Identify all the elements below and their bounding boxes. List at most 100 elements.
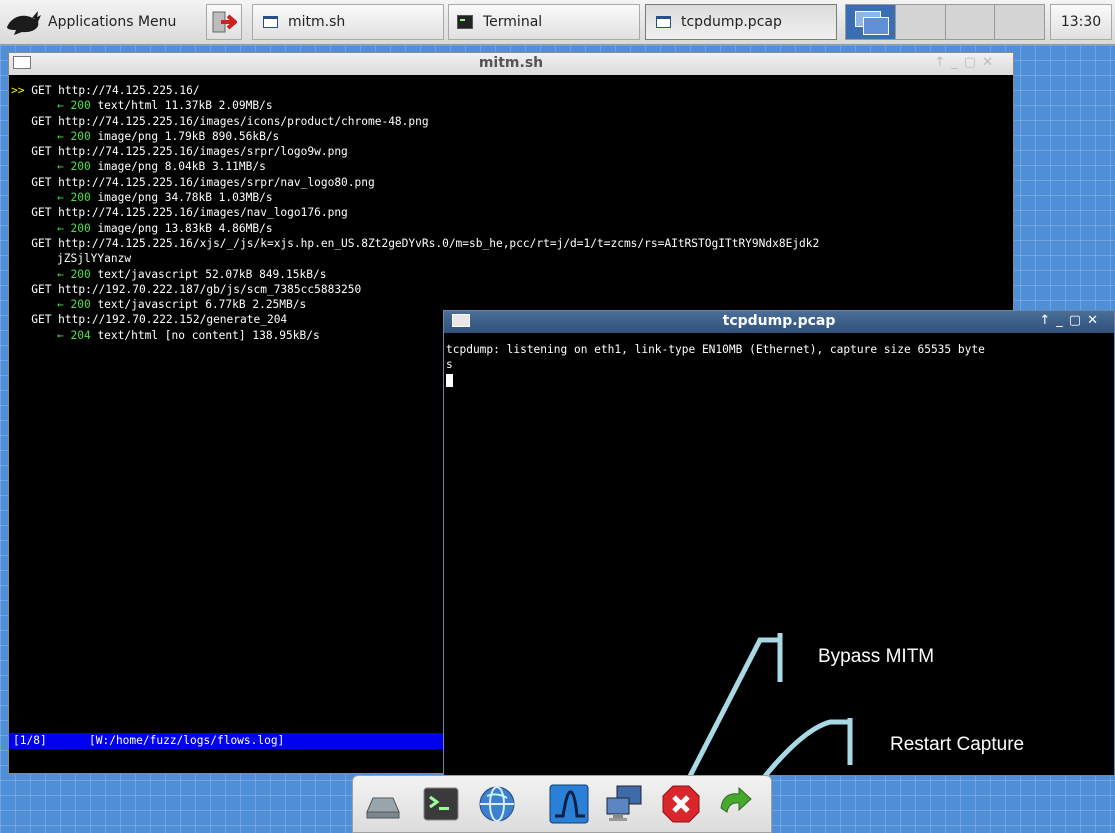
flow-request-text: GET http://74.125.225.16/ — [24, 84, 200, 97]
waveform-icon[interactable] — [547, 782, 591, 826]
window-controls: ↑_▢✕ — [934, 55, 999, 70]
maximize-icon[interactable]: ▢ — [1069, 313, 1087, 328]
selected-flow-marker: >> — [11, 84, 25, 97]
status-position: [1/8] — [13, 734, 47, 747]
flow-request-text: GET http://74.125.225.16/images/nav_logo… — [24, 206, 348, 220]
minimize-icon[interactable]: _ — [1056, 313, 1069, 328]
flow-response-line: ← 200 text/html 11.37kB 2.09MB/s — [11, 98, 1013, 113]
clock[interactable]: 13:30 — [1050, 4, 1112, 40]
selected-flow-marker — [11, 115, 24, 128]
flow-request-line[interactable]: >> GET http://74.125.225.16/ — [11, 83, 1013, 98]
bypass-mitm-label: Bypass MITM — [818, 646, 935, 667]
task-tcpdump-pcap[interactable]: tcpdump.pcap — [645, 4, 837, 40]
task-terminal[interactable]: Terminal — [448, 4, 640, 40]
response-info: text/javascript 52.07kB 849.15kB/s — [90, 267, 327, 281]
applications-menu-button[interactable]: Applications Menu — [2, 4, 202, 40]
response-info: text/html 11.37kB 2.09MB/s — [90, 99, 273, 113]
show-desktop-button[interactable] — [206, 4, 242, 40]
flow-url-continuation: jZSjlYYanzw — [57, 252, 132, 266]
launcher-dock — [352, 775, 772, 833]
flow-request-line[interactable]: GET http://192.70.222.187/gb/js/scm_7385… — [11, 282, 1013, 297]
flow-response-line: ← 200 image/png 34.78kB 1.03MB/s — [11, 190, 1013, 205]
flow-response-line: ← 200 image/png 1.79kB 890.56kB/s — [11, 129, 1013, 144]
response-arrow-icon: ← — [57, 267, 71, 281]
restart-capture-label: Restart Capture — [890, 734, 1025, 755]
response-arrow-icon: ← — [57, 99, 71, 113]
flow-request-text: GET http://74.125.225.16/images/srpr/log… — [24, 145, 348, 159]
task-mitm-sh[interactable]: mitm.sh — [252, 4, 444, 40]
flow-request-text: GET http://74.125.225.16/images/icons/pr… — [24, 114, 429, 128]
tcpdump-titlebar[interactable]: tcpdump.pcap ↑_▢✕ — [444, 311, 1114, 333]
flow-request-line[interactable]: GET http://74.125.225.16/images/srpr/nav… — [11, 175, 1013, 190]
response-status-code: 200 — [70, 221, 91, 235]
task-label: mitm.sh — [288, 14, 346, 30]
task-label: tcpdump.pcap — [681, 14, 782, 30]
tcpdump-output-line: s — [446, 358, 453, 372]
mouse-logo-icon — [7, 11, 41, 35]
refresh-icon[interactable] — [713, 782, 757, 826]
flow-request-text: GET http://192.70.222.152/generate_204 — [24, 313, 288, 327]
network-globe-icon[interactable] — [475, 782, 519, 826]
shade-icon[interactable]: ↑ — [1039, 313, 1056, 328]
workspace-3[interactable] — [945, 5, 996, 39]
window-title: mitm.sh — [478, 55, 544, 71]
stop-icon[interactable] — [659, 782, 703, 826]
status-logfile: [W:/home/fuzz/logs/flows.log] — [89, 734, 285, 747]
top-panel: Applications Menu mitm.sh Terminal tcpdu… — [0, 0, 1115, 45]
response-arrow-icon: ← — [57, 221, 71, 235]
response-arrow-icon: ← — [57, 191, 71, 205]
selected-flow-marker — [11, 176, 24, 189]
drive-icon[interactable] — [361, 782, 405, 826]
window-controls: ↑_▢✕ — [1039, 313, 1104, 328]
close-icon[interactable]: ✕ — [982, 55, 999, 70]
flow-response-line: ← 200 text/javascript 52.07kB 849.15kB/s — [11, 267, 1013, 282]
response-info: image/png 34.78kB 1.03MB/s — [90, 191, 273, 205]
selected-flow-marker — [11, 313, 24, 326]
response-info: image/png 13.83kB 4.86MB/s — [90, 221, 273, 235]
workspace-1[interactable] — [846, 5, 896, 39]
workspace-switcher[interactable] — [845, 4, 1045, 40]
flow-request-line[interactable]: GET http://74.125.225.16/xjs/_/js/k=xjs.… — [11, 236, 1013, 251]
window-icon — [263, 16, 278, 28]
flow-response-line: ← 200 image/png 13.83kB 4.86MB/s — [11, 221, 1013, 236]
flow-request-text: GET http://74.125.225.16/images/srpr/nav… — [24, 175, 375, 189]
selected-flow-marker — [11, 145, 24, 158]
flow-request-text: GET http://192.70.222.187/gb/js/scm_7385… — [24, 282, 362, 296]
computer-network-icon[interactable] — [603, 782, 647, 826]
workspace-2[interactable] — [895, 5, 946, 39]
response-status-code: 200 — [70, 99, 91, 113]
response-status-code: 204 — [70, 328, 91, 342]
response-status-code: 200 — [70, 267, 91, 281]
tcpdump-window: tcpdump.pcap ↑_▢✕ tcpdump: listening on … — [443, 310, 1115, 776]
tcpdump-output-line: tcpdump: listening on eth1, link-type EN… — [446, 343, 985, 356]
terminal-icon[interactable] — [419, 782, 463, 826]
close-icon[interactable]: ✕ — [1087, 313, 1104, 328]
response-status-code: 200 — [70, 298, 91, 312]
workspace-4[interactable] — [995, 5, 1044, 39]
response-info: text/javascript 6.77kB 2.25MB/s — [90, 298, 307, 312]
response-arrow-icon: ← — [57, 298, 71, 312]
response-status-code: 200 — [70, 129, 91, 143]
response-info: image/png 1.79kB 890.56kB/s — [90, 129, 280, 143]
window-title: tcpdump.pcap — [722, 313, 836, 329]
workspace-window-thumb — [863, 17, 889, 35]
flow-request-text: GET http://74.125.225.16/xjs/_/js/k=xjs.… — [24, 236, 820, 250]
applications-menu-label: Applications Menu — [48, 14, 177, 30]
flow-request-line[interactable]: GET http://74.125.225.16/images/nav_logo… — [11, 205, 1013, 220]
flow-response-line: ← 200 image/png 8.04kB 3.11MB/s — [11, 159, 1013, 174]
response-arrow-icon: ← — [57, 129, 71, 143]
mitm-titlebar[interactable]: mitm.sh ↑_▢✕ — [9, 53, 1013, 76]
minimize-icon[interactable]: _ — [951, 55, 964, 70]
response-info: text/html [no content] 138.95kB/s — [90, 328, 320, 342]
flow-request-line[interactable]: GET http://74.125.225.16/images/srpr/log… — [11, 144, 1013, 159]
shade-icon[interactable]: ↑ — [934, 55, 951, 70]
clock-label: 13:30 — [1060, 14, 1102, 30]
flow-request-line[interactable]: GET http://74.125.225.16/images/icons/pr… — [11, 114, 1013, 129]
response-info: image/png 8.04kB 3.11MB/s — [90, 160, 266, 174]
terminal-icon — [457, 15, 473, 29]
selected-flow-marker — [11, 237, 24, 250]
tcpdump-terminal[interactable]: tcpdump: listening on eth1, link-type EN… — [444, 333, 1114, 775]
response-status-code: 200 — [70, 191, 91, 205]
maximize-icon[interactable]: ▢ — [964, 55, 982, 70]
response-status-code: 200 — [70, 160, 91, 174]
